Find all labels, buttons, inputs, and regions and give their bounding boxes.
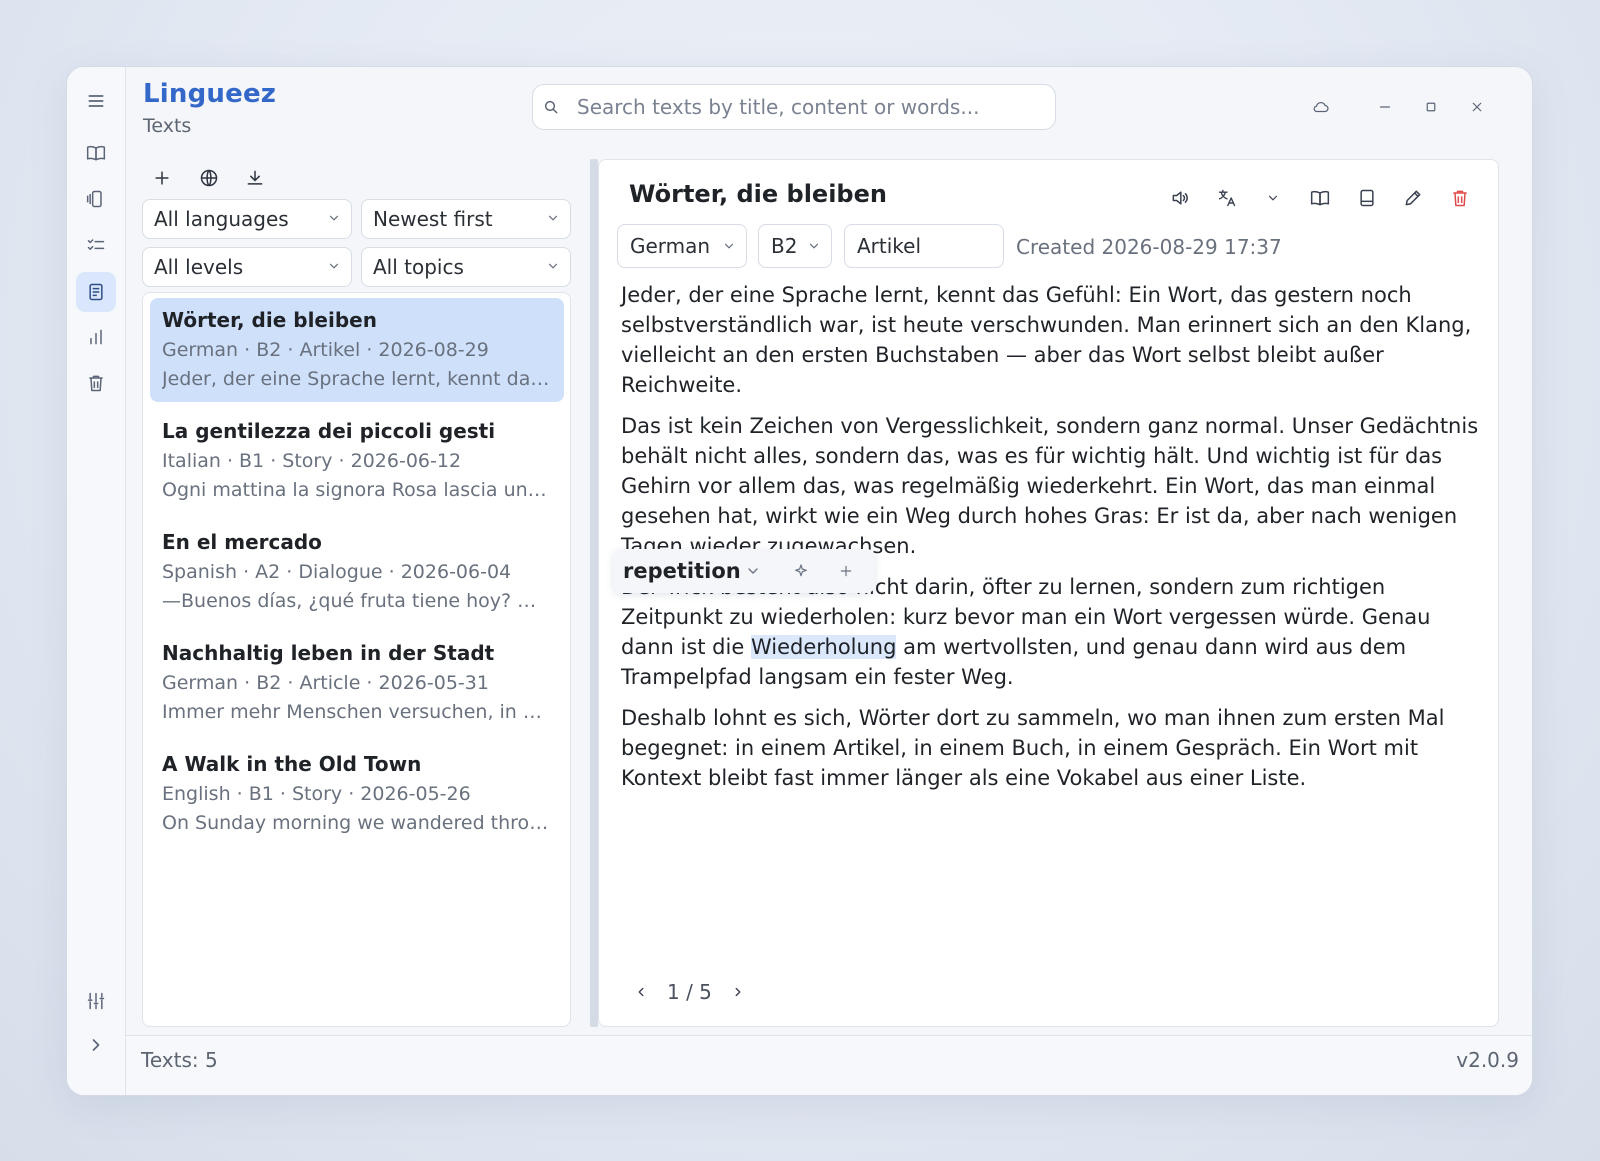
list-item-meta: English · B1 · Story · 2026-05-26 (162, 783, 471, 805)
chevron-down-icon (724, 243, 734, 249)
paragraph: Jeder, der eine Sprache lernt, kennt das… (621, 283, 1472, 397)
list-item-meta: Spanish · A2 · Dialogue · 2026-06-04 (162, 561, 512, 583)
chevron-down-icon (329, 263, 339, 269)
translation-popup: repetition (613, 549, 875, 593)
text-level-select[interactable]: B2 (758, 224, 832, 268)
texts-count: Texts: 5 (141, 1048, 218, 1072)
stats-icon[interactable] (76, 317, 116, 357)
download-icon[interactable] (242, 165, 268, 191)
search-icon (544, 100, 558, 114)
list-item-title: Nachhaltig leben in der Stadt (162, 641, 495, 665)
list-item-preview: —Buenos días, ¿qué fruta tiene hoy? —Te.… (162, 590, 552, 612)
expand-chevron-icon[interactable] (76, 1025, 116, 1065)
paragraph: Deshalb lohnt es sich, Wörter dort zu sa… (621, 706, 1445, 790)
delete-icon[interactable] (1446, 184, 1474, 212)
pager: 1 / 5 (629, 980, 750, 1004)
language-filter-value: All languages (154, 207, 289, 231)
app-window: Lingueez Texts All languages New (66, 66, 1533, 1096)
texts-list-panel: All languages Newest first All levels Al… (142, 159, 571, 1027)
chevron-down-icon (548, 263, 558, 269)
speaker-icon[interactable] (1166, 184, 1194, 212)
app-version: v2.0.9 (1456, 1048, 1519, 1072)
list-item-meta: German · B2 · Artikel · 2026-08-29 (162, 339, 489, 361)
settings-sliders-icon[interactable] (76, 981, 116, 1021)
search-input[interactable] (577, 95, 1017, 119)
reader-icon[interactable] (1353, 184, 1381, 212)
list-item-title: La gentilezza dei piccoli gesti (162, 419, 496, 443)
chevron-right-icon[interactable] (726, 980, 750, 1004)
list-item[interactable]: A Walk in the Old Town English · B1 · St… (150, 742, 564, 846)
level-filter-value: All levels (154, 255, 244, 279)
chevron-down-icon (809, 243, 819, 249)
page-indicator: 1 / 5 (667, 980, 712, 1004)
minimize-icon[interactable] (1369, 93, 1401, 121)
sort-value: Newest first (373, 207, 493, 231)
texts-list: Wörter, die bleiben German · B2 · Artike… (142, 292, 571, 1027)
cloud-icon[interactable] (1305, 93, 1337, 121)
search-box[interactable] (532, 84, 1056, 130)
list-item-title: En el mercado (162, 530, 322, 554)
add-icon[interactable] (836, 561, 856, 581)
list-item-title: Wörter, die bleiben (162, 308, 377, 332)
checklist-icon[interactable] (76, 225, 116, 265)
level-filter-select[interactable]: All levels (142, 247, 352, 287)
text-topic-input[interactable]: Artikel (844, 224, 1004, 268)
list-item[interactable]: En el mercado Spanish · A2 · Dialogue · … (150, 520, 564, 624)
list-item[interactable]: Nachhaltig leben in der Stadt German · B… (150, 631, 564, 735)
status-bar: Texts: 5 v2.0.9 (126, 1035, 1532, 1095)
list-item[interactable]: Wörter, die bleiben German · B2 · Artike… (150, 298, 564, 402)
text-content[interactable]: Jeder, der eine Sprache lernt, kennt das… (621, 280, 1481, 804)
text-language-value: German (630, 234, 711, 258)
texts-icon[interactable] (76, 272, 116, 312)
menu-icon[interactable] (76, 81, 116, 121)
section-title: Texts (143, 115, 192, 137)
text-language-select[interactable]: German (617, 224, 747, 268)
text-detail-panel: Wörter, die bleiben German B2 Artikel Cr… (598, 159, 1499, 1027)
created-timestamp: Created 2026-08-29 17:37 (1016, 235, 1282, 259)
chevron-down-icon[interactable] (1259, 184, 1287, 212)
panel-splitter[interactable] (590, 159, 598, 1027)
sort-select[interactable]: Newest first (361, 199, 571, 239)
book-icon[interactable] (1306, 184, 1334, 212)
paragraph: Das ist kein Zeichen von Vergesslichkeit… (621, 414, 1479, 558)
chevron-down-icon (329, 215, 339, 221)
trash-icon[interactable] (76, 363, 116, 403)
flashcards-icon[interactable] (76, 179, 116, 219)
list-item-preview: Immer mehr Menschen versuchen, in der... (162, 701, 552, 723)
list-item-meta: Italian · B1 · Story · 2026-06-12 (162, 450, 462, 472)
text-topic-value: Artikel (857, 234, 922, 258)
edit-icon[interactable] (1399, 184, 1427, 212)
chevron-down-icon[interactable] (743, 561, 763, 581)
app-name: Lingueez (143, 79, 277, 109)
chevron-left-icon[interactable] (629, 980, 653, 1004)
language-filter-select[interactable]: All languages (142, 199, 352, 239)
list-item[interactable]: La gentilezza dei piccoli gesti Italian … (150, 409, 564, 513)
translation-word: repetition (623, 559, 741, 583)
nav-rail (67, 67, 126, 1095)
chevron-down-icon (548, 215, 558, 221)
list-item-title: A Walk in the Old Town (162, 752, 422, 776)
close-icon[interactable] (1461, 93, 1493, 121)
topic-filter-value: All topics (373, 255, 464, 279)
list-item-preview: Jeder, der eine Sprache lernt, kennt das… (162, 368, 552, 390)
text-level-value: B2 (771, 234, 798, 258)
sparkle-icon[interactable] (791, 561, 811, 581)
text-title: Wörter, die bleiben (629, 180, 887, 208)
brand: Lingueez Texts (143, 79, 276, 137)
maximize-icon[interactable] (1415, 93, 1447, 121)
globe-icon[interactable] (196, 165, 222, 191)
book-icon[interactable] (76, 133, 116, 173)
add-icon[interactable] (149, 165, 175, 191)
selected-word[interactable]: Wiederholung (750, 635, 897, 659)
list-item-preview: Ogni mattina la signora Rosa lascia un f… (162, 479, 552, 501)
translate-icon[interactable] (1213, 184, 1241, 212)
list-item-meta: German · B2 · Article · 2026-05-31 (162, 672, 489, 694)
topic-filter-select[interactable]: All topics (361, 247, 571, 287)
list-item-preview: On Sunday morning we wandered throug... (162, 812, 552, 834)
